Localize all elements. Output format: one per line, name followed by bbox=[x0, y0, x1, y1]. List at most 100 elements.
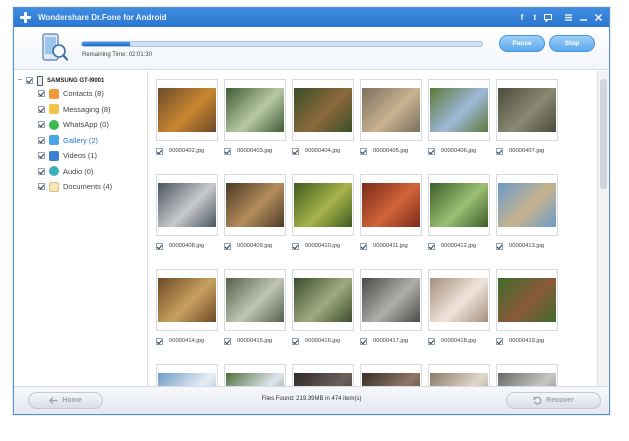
category-checkbox[interactable] bbox=[38, 136, 45, 144]
gallery-item[interactable]: 00000402.jpg bbox=[156, 79, 218, 167]
gallery-item[interactable] bbox=[496, 364, 558, 386]
photo-checkbox[interactable] bbox=[292, 147, 299, 155]
vertical-scrollbar[interactable] bbox=[597, 71, 609, 386]
photo-thumbnail[interactable] bbox=[224, 364, 286, 386]
gallery-item[interactable] bbox=[428, 364, 490, 386]
sidebar-item-contacts[interactable]: Contacts (8) bbox=[14, 86, 147, 102]
category-checkbox[interactable] bbox=[38, 183, 45, 191]
sidebar-item-videos[interactable]: Videos (1) bbox=[14, 148, 147, 164]
category-checkbox[interactable] bbox=[38, 90, 45, 98]
category-checkbox[interactable] bbox=[38, 121, 45, 129]
photo-thumbnail[interactable] bbox=[156, 364, 218, 386]
photo-thumbnail[interactable] bbox=[496, 174, 558, 236]
photo-thumbnail[interactable] bbox=[156, 269, 218, 331]
photo-thumbnail[interactable] bbox=[360, 269, 422, 331]
category-checkbox[interactable] bbox=[38, 152, 45, 160]
device-checkbox[interactable] bbox=[26, 77, 33, 84]
photo-caption: 00000416.jpg bbox=[292, 335, 354, 347]
photo-thumbnail[interactable] bbox=[292, 269, 354, 331]
photo-thumbnail[interactable] bbox=[496, 364, 558, 386]
phone-scan-icon bbox=[42, 33, 69, 61]
photo-checkbox[interactable] bbox=[156, 147, 163, 155]
gallery-item[interactable]: 00000419.jpg bbox=[496, 269, 558, 357]
gallery-item[interactable]: 00000415.jpg bbox=[224, 269, 286, 357]
gallery-item[interactable]: 00000416.jpg bbox=[292, 269, 354, 357]
category-checkbox[interactable] bbox=[38, 105, 45, 113]
gallery-item[interactable]: 00000418.jpg bbox=[428, 269, 490, 357]
photo-thumbnail[interactable] bbox=[224, 174, 286, 236]
photo-checkbox[interactable] bbox=[292, 242, 299, 250]
photo-checkbox[interactable] bbox=[360, 242, 367, 250]
photo-thumbnail[interactable] bbox=[360, 174, 422, 236]
photo-image bbox=[294, 88, 352, 132]
gallery-item[interactable]: 00000407.jpg bbox=[496, 79, 558, 167]
photo-thumbnail[interactable] bbox=[292, 364, 354, 386]
photo-checkbox[interactable] bbox=[428, 337, 435, 345]
gallery-item[interactable]: 00000417.jpg bbox=[360, 269, 422, 357]
photo-checkbox[interactable] bbox=[292, 337, 299, 345]
photo-checkbox[interactable] bbox=[360, 147, 367, 155]
sidebar-item-documents[interactable]: Documents (4) bbox=[14, 179, 147, 195]
photo-checkbox[interactable] bbox=[224, 337, 231, 345]
photo-checkbox[interactable] bbox=[224, 147, 231, 155]
photo-thumbnail[interactable] bbox=[360, 79, 422, 141]
category-checkbox[interactable] bbox=[38, 167, 45, 175]
photo-checkbox[interactable] bbox=[428, 147, 435, 155]
photo-thumbnail[interactable] bbox=[360, 364, 422, 386]
twitter-icon[interactable]: t bbox=[531, 13, 539, 22]
photo-thumbnail[interactable] bbox=[428, 269, 490, 331]
device-tree-root[interactable]: − SAMSUNG GT-I9001 bbox=[14, 75, 147, 86]
photo-thumbnail[interactable] bbox=[224, 269, 286, 331]
sidebar-item-whatsapp[interactable]: WhatsApp (0) bbox=[14, 117, 147, 133]
gallery-item[interactable]: 00000413.jpg bbox=[496, 174, 558, 262]
gallery-item[interactable] bbox=[224, 364, 286, 386]
photo-checkbox[interactable] bbox=[156, 337, 163, 345]
stop-button[interactable]: Stop bbox=[549, 35, 595, 52]
gallery-item[interactable]: 00000408.jpg bbox=[156, 174, 218, 262]
gallery-item[interactable] bbox=[292, 364, 354, 386]
photo-thumbnail[interactable] bbox=[496, 79, 558, 141]
photo-thumbnail[interactable] bbox=[496, 269, 558, 331]
collapse-icon[interactable]: − bbox=[18, 77, 24, 84]
photo-image bbox=[498, 373, 556, 386]
sidebar-item-messaging[interactable]: Messaging (8) bbox=[14, 102, 147, 118]
gallery-item[interactable]: 00000410.jpg bbox=[292, 174, 354, 262]
photo-checkbox[interactable] bbox=[428, 242, 435, 250]
minimize-icon[interactable] bbox=[579, 13, 588, 22]
photo-checkbox[interactable] bbox=[496, 147, 503, 155]
photo-checkbox[interactable] bbox=[360, 337, 367, 345]
photo-thumbnail[interactable] bbox=[156, 79, 218, 141]
photo-checkbox[interactable] bbox=[496, 337, 503, 345]
facebook-icon[interactable]: f bbox=[518, 13, 526, 22]
photo-checkbox[interactable] bbox=[224, 242, 231, 250]
close-icon[interactable] bbox=[594, 13, 603, 22]
sidebar-item-gallery[interactable]: Gallery (2) bbox=[14, 133, 147, 149]
gallery-item[interactable]: 00000414.jpg bbox=[156, 269, 218, 357]
gallery-item[interactable]: 00000406.jpg bbox=[428, 79, 490, 167]
gallery-item[interactable]: 00000403.jpg bbox=[224, 79, 286, 167]
photo-image bbox=[362, 88, 420, 132]
photo-thumbnail[interactable] bbox=[224, 79, 286, 141]
photo-thumbnail[interactable] bbox=[156, 174, 218, 236]
feedback-icon[interactable] bbox=[544, 13, 552, 23]
menu-icon[interactable] bbox=[564, 13, 573, 22]
gallery-item[interactable]: 00000405.jpg bbox=[360, 79, 422, 167]
scrollbar-thumb[interactable] bbox=[600, 79, 607, 189]
gallery-item[interactable]: 00000404.jpg bbox=[292, 79, 354, 167]
photo-thumbnail[interactable] bbox=[292, 174, 354, 236]
photo-thumbnail[interactable] bbox=[428, 174, 490, 236]
gallery-item[interactable]: 00000409.jpg bbox=[224, 174, 286, 262]
sidebar-item-audio[interactable]: Audio (0) bbox=[14, 164, 147, 180]
photo-thumbnail[interactable] bbox=[428, 79, 490, 141]
gallery-item[interactable]: 00000411.jpg bbox=[360, 174, 422, 262]
photo-checkbox[interactable] bbox=[496, 242, 503, 250]
recover-icon bbox=[533, 396, 542, 405]
gallery-item[interactable] bbox=[156, 364, 218, 386]
pause-button[interactable]: Pause bbox=[499, 35, 545, 52]
gallery-item[interactable]: 00000412.jpg bbox=[428, 174, 490, 262]
recover-button[interactable]: Recover bbox=[506, 392, 601, 409]
photo-thumbnail[interactable] bbox=[428, 364, 490, 386]
gallery-item[interactable] bbox=[360, 364, 422, 386]
photo-checkbox[interactable] bbox=[156, 242, 163, 250]
photo-thumbnail[interactable] bbox=[292, 79, 354, 141]
